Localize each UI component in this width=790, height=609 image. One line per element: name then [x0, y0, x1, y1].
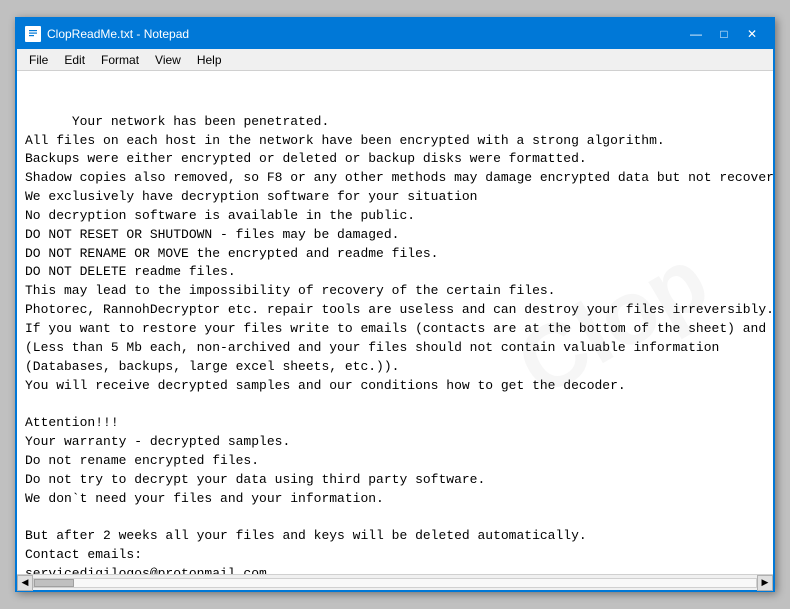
scroll-track[interactable]	[33, 578, 757, 588]
window-title: ClopReadMe.txt - Notepad	[47, 27, 189, 41]
scroll-thumb[interactable]	[34, 579, 74, 587]
menu-file[interactable]: File	[21, 51, 56, 69]
scroll-right-button[interactable]: ▶	[757, 575, 773, 591]
notepad-window: ClopReadMe.txt - Notepad — □ ✕ File Edit…	[15, 17, 775, 592]
menu-view[interactable]: View	[147, 51, 189, 69]
text-editor[interactable]: Clop Your network has been penetrated. A…	[17, 71, 773, 574]
menu-bar: File Edit Format View Help	[17, 49, 773, 71]
menu-format[interactable]: Format	[93, 51, 147, 69]
menu-edit[interactable]: Edit	[56, 51, 93, 69]
menu-help[interactable]: Help	[189, 51, 230, 69]
content-area: Clop Your network has been penetrated. A…	[17, 71, 773, 574]
minimize-button[interactable]: —	[683, 24, 709, 44]
editor-content: Your network has been penetrated. All fi…	[25, 114, 773, 574]
window-controls: — □ ✕	[683, 24, 765, 44]
scroll-left-button[interactable]: ◀	[17, 575, 33, 591]
title-bar: ClopReadMe.txt - Notepad — □ ✕	[17, 19, 773, 49]
horizontal-scrollbar[interactable]: ◀ ▶	[17, 574, 773, 590]
maximize-button[interactable]: □	[711, 24, 737, 44]
app-icon	[25, 26, 41, 42]
close-button[interactable]: ✕	[739, 24, 765, 44]
title-bar-left: ClopReadMe.txt - Notepad	[25, 26, 189, 42]
